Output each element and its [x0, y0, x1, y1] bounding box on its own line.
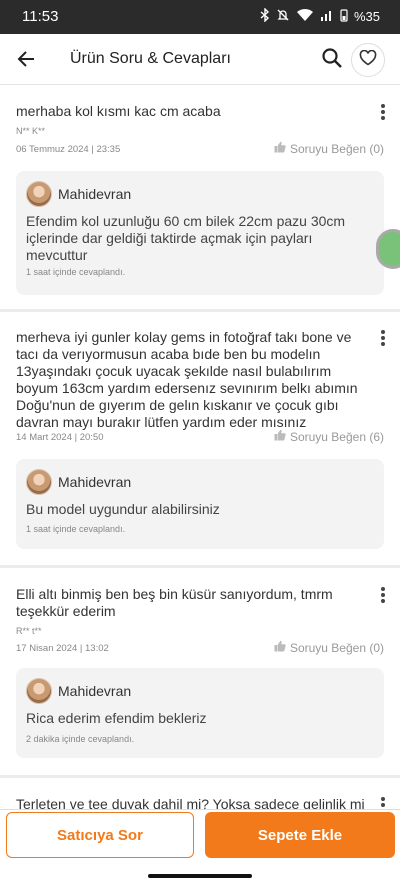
like-question-button[interactable]: Soruyu Beğen (6)	[274, 429, 384, 444]
more-options-icon[interactable]	[380, 329, 386, 347]
question-card: Elli altı binmiş ben beş bin küsür sanıy…	[0, 568, 400, 775]
bottom-action-bar: Satıcıya Sor Sepete Ekle	[0, 809, 400, 867]
thumbs-up-icon	[274, 429, 286, 444]
seller-name: Mahidevran	[58, 474, 132, 490]
question-card: merhaba kol kısmı kac cm acaba N** K** 0…	[0, 85, 400, 309]
question-text: Elli altı binmiş ben beş bin küsür sanıy…	[16, 586, 333, 619]
more-options-icon[interactable]	[380, 103, 386, 121]
battery-percent: %35	[353, 9, 380, 24]
question-text: merhaba kol kısmı kac cm acaba	[16, 103, 221, 119]
answer-box: Mahidevran Efendim kol uzunluğu 60 cm bi…	[16, 171, 384, 295]
status-time: 11:53	[22, 8, 59, 25]
more-options-icon[interactable]	[380, 796, 386, 809]
floating-chat-tab[interactable]	[376, 229, 400, 269]
question-card: merheva iyi gunler kolay gems in fotoğra…	[0, 312, 400, 565]
page-title: Ürün Soru & Cevapları	[70, 50, 231, 67]
seller-avatar	[26, 469, 52, 495]
more-options-icon[interactable]	[380, 586, 386, 604]
seller-avatar	[26, 181, 52, 207]
question-author: R** t**	[16, 626, 42, 636]
answer-text: Rica ederim efendim bekleriz	[26, 710, 207, 726]
like-question-button[interactable]: Soruyu Beğen (0)	[274, 141, 384, 156]
status-bar: 11:53 %35	[0, 0, 400, 34]
signal-icon	[320, 8, 334, 25]
answer-time: 1 saat içinde cevaplandı.	[26, 267, 126, 277]
seller-avatar	[26, 678, 52, 704]
answer-time: 2 dakika içinde cevaplandı.	[26, 734, 135, 744]
app-bar: Ürün Soru & Cevapları	[0, 34, 400, 85]
question-text: Terleten ve tee duyak dahil mi? Yoksa sa…	[16, 796, 365, 809]
ask-seller-button[interactable]: Satıcıya Sor	[6, 812, 194, 858]
answer-text: Bu model uygundur alabilirsiniz	[26, 501, 220, 517]
thumbs-up-icon	[274, 141, 286, 156]
seller-name: Mahidevran	[58, 186, 132, 202]
like-label: Soruyu Beğen (0)	[289, 141, 384, 156]
search-icon[interactable]	[320, 46, 344, 70]
answer-box: Mahidevran Bu model uygundur alabilirsin…	[16, 459, 384, 549]
favorite-button[interactable]	[351, 43, 385, 77]
question-date: 06 Temmuz 2024 | 23:35	[16, 144, 121, 155]
like-question-button[interactable]: Soruyu Beğen (0)	[274, 640, 384, 655]
seller-name: Mahidevran	[58, 683, 132, 699]
back-arrow-icon[interactable]	[14, 46, 40, 72]
like-label: Soruyu Beğen (0)	[289, 640, 384, 655]
system-nav-bar	[0, 866, 400, 888]
question-card: Terleten ve tee duyak dahil mi? Yoksa sa…	[0, 778, 400, 809]
thumbs-up-icon	[274, 640, 286, 655]
battery-icon	[340, 8, 348, 25]
answer-time: 1 saat içinde cevaplandı.	[26, 524, 126, 534]
home-indicator[interactable]	[148, 874, 252, 878]
question-list[interactable]: merhaba kol kısmı kac cm acaba N** K** 0…	[0, 85, 400, 809]
heart-icon	[359, 49, 377, 71]
question-date: 17 Nisan 2024 | 13:02	[16, 643, 109, 654]
add-to-cart-button[interactable]: Sepete Ekle	[205, 812, 395, 858]
question-date: 14 Mart 2024 | 20:50	[16, 432, 104, 443]
like-label: Soruyu Beğen (6)	[289, 429, 384, 444]
question-text: merheva iyi gunler kolay gems in fotoğra…	[16, 329, 358, 430]
answer-text: Efendim kol uzunluğu 60 cm bilek 22cm pa…	[26, 213, 346, 263]
wifi-icon	[296, 8, 314, 25]
bluetooth-icon	[260, 7, 270, 25]
question-author: N** K**	[16, 126, 46, 136]
mute-icon	[276, 8, 290, 25]
answer-box: Mahidevran Rica ederim efendim bekleriz …	[16, 668, 384, 758]
status-icons: %35	[260, 7, 380, 25]
